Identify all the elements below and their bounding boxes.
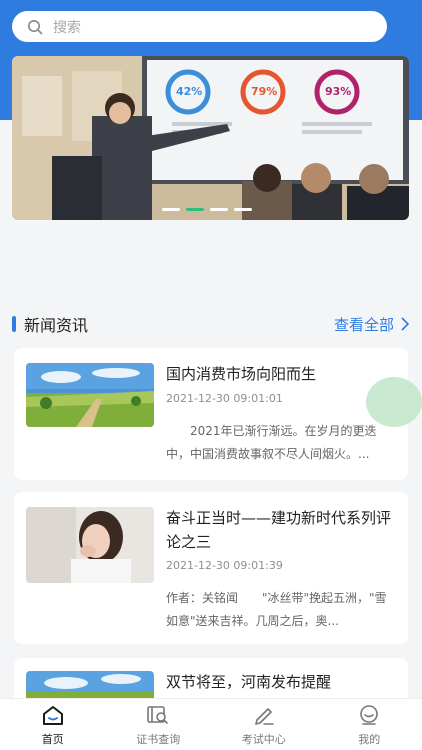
news-title: 奋斗正当时——建功新时代系列评论之三 <box>166 509 392 551</box>
bottom-tab-bar: 首页 证书查询 考试中心 我的 <box>0 698 422 750</box>
floating-action-bubble[interactable] <box>366 377 422 427</box>
news-date: 2021-12-30 09:01:01 <box>166 392 283 405</box>
search-bar[interactable]: 搜索 <box>12 11 387 42</box>
stat-label: 42% <box>176 85 203 98</box>
search-icon <box>28 19 43 34</box>
tab-exam-center[interactable]: 考试中心 <box>211 699 317 750</box>
section-accent-bar <box>12 316 16 332</box>
news-excerpt: 作者：关铭闻 "冰丝带"挽起五洲，"雪如意"送来吉祥。几周之后，奥... <box>166 591 387 628</box>
carousel-dot[interactable] <box>234 208 252 211</box>
view-all-link[interactable]: 查看全部 <box>334 314 410 335</box>
tab-home[interactable]: 首页 <box>0 699 106 750</box>
search-placeholder: 搜索 <box>53 19 81 36</box>
news-excerpt: 2021年已渐行渐远。在岁月的更迭中，中国消费故事叙不尽人间烟火。... <box>166 424 377 461</box>
news-section-header: 新闻资讯 查看全部 <box>12 310 410 338</box>
carousel-dot[interactable] <box>162 208 180 211</box>
news-card[interactable]: 双节将至，河南发布提醒 <box>14 658 408 698</box>
profile-icon <box>360 705 379 725</box>
news-date: 2021-12-30 09:01:39 <box>166 559 283 572</box>
news-title: 国内消费市场向阳而生 <box>166 365 317 383</box>
banner-image <box>12 56 409 220</box>
banner-carousel[interactable]: 42% 79% 93% <box>12 56 409 220</box>
stat-label: 93% <box>325 85 352 98</box>
carousel-dot[interactable] <box>210 208 228 211</box>
pencil-icon <box>254 708 274 725</box>
news-thumbnail <box>26 363 154 427</box>
home-icon <box>42 706 63 725</box>
tab-certificate-search[interactable]: 证书查询 <box>106 699 212 750</box>
news-thumbnail <box>26 671 154 698</box>
news-thumbnail <box>26 507 154 583</box>
tab-label: 考试中心 <box>241 733 286 746</box>
carousel-dot-active[interactable] <box>186 208 204 211</box>
tab-label: 首页 <box>41 733 64 746</box>
news-card[interactable]: 奋斗正当时——建功新时代系列评论之三 2021-12-30 09:01:39 作… <box>14 492 408 644</box>
tab-label: 我的 <box>358 733 381 746</box>
chevron-right-icon <box>401 317 410 331</box>
view-all-label: 查看全部 <box>333 315 394 334</box>
stat-label: 79% <box>251 85 278 98</box>
certificate-search-icon <box>147 706 169 724</box>
section-title: 新闻资讯 <box>24 316 89 335</box>
carousel-indicator <box>162 208 252 211</box>
news-card[interactable]: 国内消费市场向阳而生 2021-12-30 09:01:01 2021年已渐行渐… <box>14 348 408 480</box>
news-title: 双节将至，河南发布提醒 <box>166 673 332 691</box>
tab-profile[interactable]: 我的 <box>317 699 422 750</box>
tab-label: 证书查询 <box>136 733 181 746</box>
